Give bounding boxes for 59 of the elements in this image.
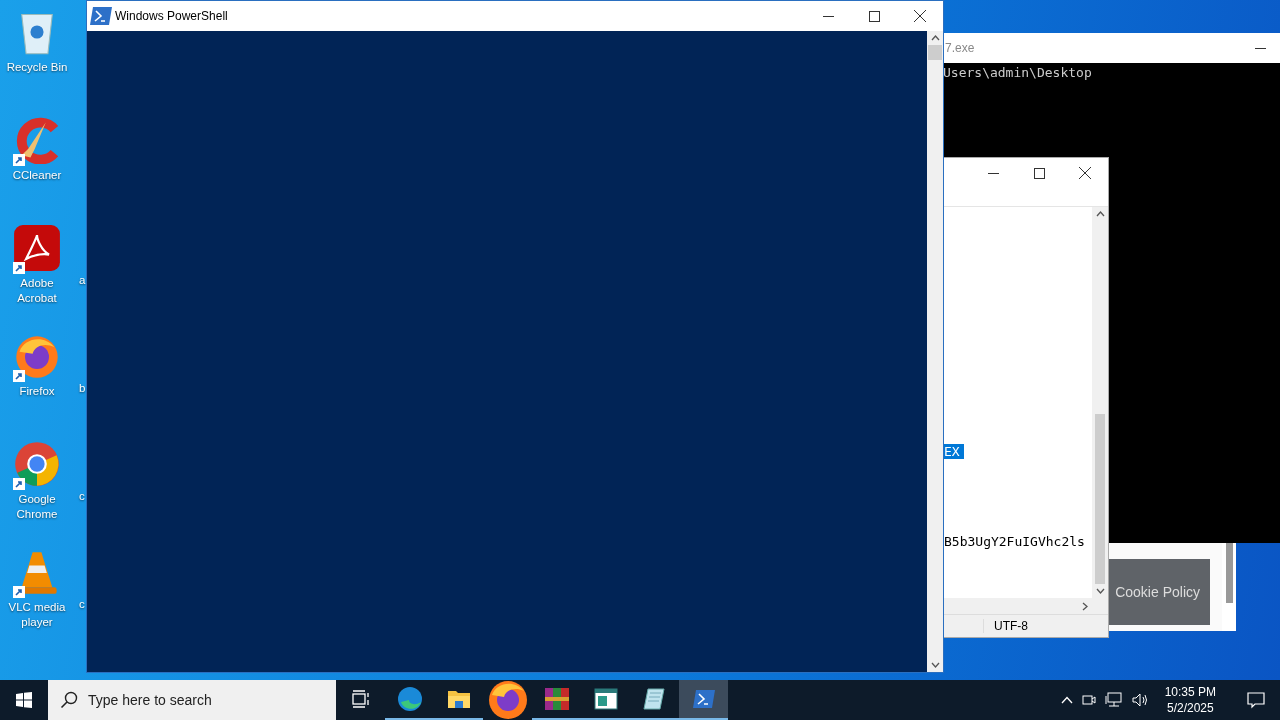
acrobat-icon[interactable] [13,224,61,272]
shortcut-arrow-icon [13,262,25,274]
maximize-icon[interactable] [868,10,880,22]
clock-date[interactable]: 5/2/2025 [1166,700,1214,716]
text-line: B5b3UgY2FuIGVhc2ls [943,534,1086,549]
scrollbar[interactable] [1092,207,1108,598]
camera-icon[interactable] [1080,692,1097,708]
speaker-icon[interactable] [1130,692,1149,708]
close-icon[interactable] [1079,167,1091,179]
desktop-icon-label[interactable]: a [79,274,86,286]
horizontal-scrollbar[interactable] [943,598,1108,614]
scroll-thumb[interactable] [928,45,942,60]
chevron-up-icon[interactable] [1060,696,1073,704]
shortcut-arrow-icon [13,478,25,490]
maximize-icon[interactable] [1033,167,1045,179]
close-icon[interactable] [914,10,926,22]
desktop-icon-label[interactable]: Recycle Bin [6,60,68,75]
scroll-thumb[interactable] [1095,414,1105,584]
scroll-right-icon[interactable] [1082,601,1088,611]
cookie-policy-link[interactable]: Cookie Policy [1115,584,1200,600]
windows-logo-icon[interactable] [16,692,32,708]
scrollbar[interactable] [927,31,943,672]
search-placeholder: Type here to search [88,692,212,708]
shortcut-arrow-icon [13,370,25,382]
notification-icon[interactable] [1247,691,1265,709]
chrome-icon[interactable] [13,440,61,488]
window-title: Windows PowerShell [115,9,228,23]
window-app-icon[interactable] [593,688,618,710]
search-field[interactable]: Type here to search [48,680,336,720]
scroll-down-icon[interactable] [1095,588,1105,594]
text-area[interactable]: EX B5b3UgY2FuIGVhc2ls [943,207,1092,598]
clock-time[interactable]: 10:35 PM [1164,684,1216,700]
shortcut-arrow-icon [13,586,25,598]
network-icon[interactable] [1104,692,1123,708]
powershell-icon[interactable] [691,689,716,709]
scroll-up-icon[interactable] [930,35,940,41]
notepad-icon[interactable] [641,687,668,711]
folder-icon[interactable] [446,688,471,710]
desktop-icon-label[interactable]: CCleaner [12,168,62,183]
window-title: 7.exe [945,41,975,55]
edge-icon[interactable] [396,686,423,712]
scroll-down-icon[interactable] [930,662,940,668]
desktop-icon-label[interactable]: Google Chrome [0,492,74,522]
shortcut-arrow-icon [13,154,25,166]
desktop-icon-label[interactable]: Adobe Acrobat [0,276,74,306]
desktop-icon-label[interactable]: c [79,490,85,502]
search-icon [60,691,78,709]
desktop-icon-label[interactable]: c [79,598,85,610]
encoding-label: UTF-8 [983,619,1028,633]
desktop-icon-label[interactable]: b [79,382,86,394]
desktop-icon-label[interactable]: VLC media player [0,600,74,630]
scrollbar[interactable] [1222,543,1236,631]
desktop-icon-label[interactable]: Firefox [19,384,55,399]
scroll-up-icon[interactable] [1095,211,1105,217]
task-view-icon[interactable] [350,690,371,708]
scroll-thumb[interactable] [1225,543,1233,603]
powershell-icon[interactable] [89,6,113,26]
console-line: Users\admin\Desktop [943,65,1093,80]
books-icon[interactable] [543,686,570,712]
